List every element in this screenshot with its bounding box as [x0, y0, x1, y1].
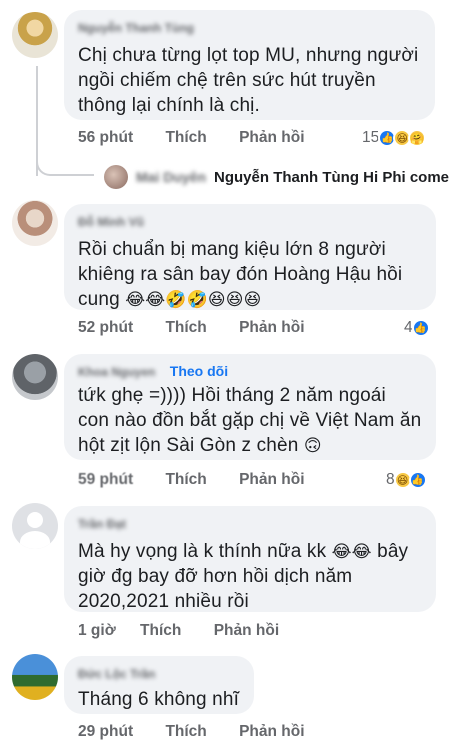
follow-button[interactable]: Theo dõi [170, 363, 228, 379]
comment-emojis: 😂😂🤣🤣😆😆😆 [125, 290, 262, 309]
reply-author: Mai Duyên [136, 169, 207, 185]
avatar[interactable] [12, 654, 58, 700]
comment-time[interactable]: 29 phút [78, 723, 133, 740]
comment-text: Rồi chuẩn bị mang kiệu lớn 8 người khiên… [78, 237, 422, 312]
like-icon: 👍 [408, 471, 427, 489]
reaction-summary[interactable]: 8 😆 👍 [386, 469, 427, 491]
avatar[interactable] [12, 354, 58, 400]
reply-button[interactable]: Phản hồi [239, 319, 304, 336]
reply-button[interactable]: Phản hồi [214, 622, 279, 639]
default-avatar-head [27, 512, 43, 528]
comment-actions: 56 phút Thích Phản hồi [78, 128, 333, 148]
comment-time[interactable]: 52 phút [78, 319, 133, 336]
comment-bubble: Đỗ Minh Vũ Rồi chuẩn bị mang kiệu lớn 8 … [64, 204, 436, 310]
like-button[interactable]: Thích [165, 723, 206, 740]
reply-button[interactable]: Phản hồi [239, 723, 304, 740]
thread-connector [36, 150, 94, 176]
reaction-summary[interactable]: 15 👍 😆 🤗 [362, 127, 427, 149]
comment-bubble: Nguyễn Thanh Tùng Chị chưa từng lọt top … [64, 10, 435, 120]
comment-author[interactable]: Trần Đạt [78, 516, 126, 532]
comment-header: Khoa Nguyen Theo dõi [78, 363, 422, 379]
comment-author[interactable]: Nguyễn Thanh Tùng [78, 20, 194, 36]
comment-text: Chị chưa từng lọt top MU, nhưng người ng… [78, 45, 419, 116]
comment-actions: 59 phút Thích Phản hồi [78, 470, 333, 490]
comment-bubble: Khoa Nguyen Theo dõi tứk ghẹ =)))) Hồi t… [64, 354, 436, 460]
comment-actions: 1 giờ Thích Phản hồi [78, 621, 307, 641]
reaction-count: 15 [362, 129, 380, 146]
comment-author[interactable]: Đỗ Minh Vũ [78, 214, 144, 230]
reply-text: Nguyễn Thanh Tùng Hi Phi come... [214, 168, 450, 186]
comment-emojis: 🙃 [303, 436, 322, 455]
comment-emojis: 😂😂 [331, 542, 372, 561]
comment-time[interactable]: 56 phút [78, 129, 133, 146]
comment-text: Tháng 6 không nhĩ [78, 689, 240, 710]
comment-actions: 29 phút Thích Phản hồi [78, 722, 333, 742]
like-button[interactable]: Thích [165, 471, 206, 488]
comment-time[interactable]: 1 giờ [78, 622, 116, 639]
comment-actions: 52 phút Thích Phản hồi [78, 318, 333, 338]
comment-time[interactable]: 59 phút [78, 471, 133, 488]
comment-text-body: Mà hy vọng là k thính nữa kk [78, 541, 327, 562]
care-icon: 🤗 [408, 129, 427, 147]
avatar[interactable] [12, 503, 58, 549]
comment-bubble: Đức Lộc Trần Tháng 6 không nhĩ [64, 656, 254, 714]
comment-author[interactable]: Đức Lộc Trần [78, 666, 155, 682]
like-button[interactable]: Thích [165, 129, 206, 146]
avatar[interactable] [12, 12, 58, 58]
reaction-summary[interactable]: 4 👍 [404, 317, 430, 339]
default-avatar-body [20, 531, 50, 549]
comment-text: tứk ghẹ =)))) Hồi tháng 2 năm ngoái con … [78, 383, 422, 458]
comment-text-body: tứk ghẹ =)))) Hồi tháng 2 năm ngoái con … [78, 385, 422, 456]
reply-preview[interactable]: Mai Duyên Nguyễn Thanh Tùng Hi Phi come.… [104, 164, 450, 190]
comment-author[interactable]: Khoa Nguyen [78, 364, 155, 380]
like-button[interactable]: Thích [140, 622, 181, 639]
comment-bubble: Trần Đạt Mà hy vọng là k thính nữa kk 😂😂… [64, 506, 436, 612]
comment-text: Mà hy vọng là k thính nữa kk 😂😂 bây giờ … [78, 539, 422, 614]
reply-button[interactable]: Phản hồi [239, 471, 304, 488]
reply-button[interactable]: Phản hồi [239, 129, 304, 146]
like-button[interactable]: Thích [165, 319, 206, 336]
like-icon: 👍 [411, 319, 430, 337]
avatar[interactable] [12, 200, 58, 246]
reply-avatar [104, 165, 128, 189]
